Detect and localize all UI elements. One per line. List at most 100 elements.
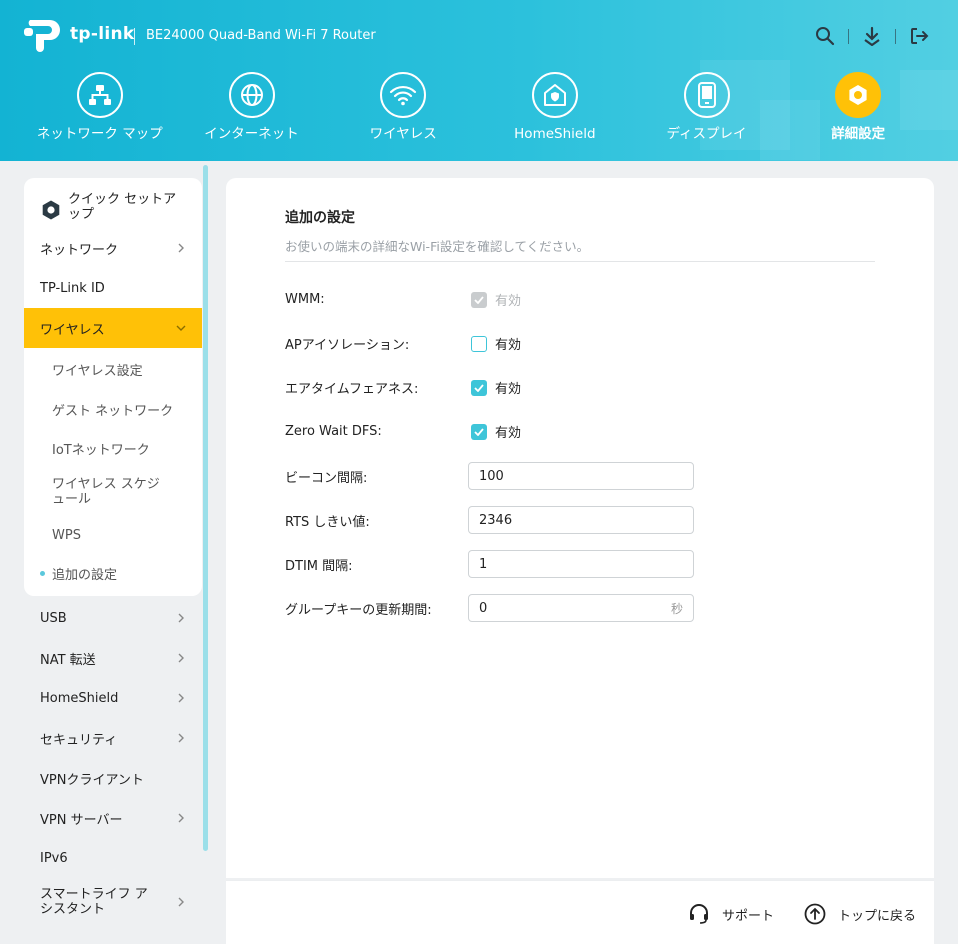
- airtime-fairness-label: エアタイムフェアネス:: [285, 382, 419, 397]
- sidebar-item-label: VPNクライアント: [40, 772, 144, 788]
- tp-link-logo-icon: [24, 20, 60, 52]
- sidebar-item-wireless[interactable]: ワイヤレス: [24, 308, 202, 348]
- zero-wait-dfs-label: Zero Wait DFS:: [285, 424, 382, 439]
- airtime-fairness-checkbox[interactable]: [471, 379, 487, 396]
- sidebar-subitem-additional-settings[interactable]: 追加の設定: [24, 554, 202, 596]
- group-key-label: グループキーの更新期間:: [285, 602, 432, 618]
- group-key-unit: 秒: [670, 601, 683, 616]
- airtime-fairness-enable-text: 有効: [495, 382, 522, 397]
- sidebar-item-quick-setup[interactable]: クイック セットアップ: [24, 178, 202, 226]
- sidebar-subitem-label: WPS: [52, 527, 81, 543]
- beacon-interval-value: 100: [479, 468, 504, 484]
- rts-threshold-row: RTS しきい値: 2346: [285, 506, 694, 534]
- chevron-right-icon: [178, 653, 184, 663]
- sidebar-subitem-label: 追加の設定: [52, 567, 118, 583]
- rts-threshold-input[interactable]: 2346: [468, 506, 694, 534]
- tp-link-logo[interactable]: tp-link: [24, 16, 135, 52]
- header-separator: [134, 28, 135, 45]
- brand-name: tp-link: [70, 24, 135, 44]
- rts-threshold-label: RTS しきい値:: [285, 514, 370, 530]
- group-key-value: 0: [479, 600, 488, 616]
- sidebar-subitem-label: ワイヤレス スケジュール: [52, 477, 160, 507]
- beacon-interval-input[interactable]: 100: [468, 462, 694, 490]
- sidebar-item-network[interactable]: ネットワーク: [24, 228, 202, 268]
- tab-label: ワイヤレス: [369, 126, 437, 142]
- page-description: お使いの端末の詳細なWi-Fi設定を確認してください。: [285, 239, 590, 254]
- tab-label: ネットワーク マップ: [36, 126, 163, 142]
- display-icon: [683, 72, 730, 118]
- airtime-fairness-row: エアタイムフェアネス: 有効: [285, 378, 521, 397]
- sidebar-item-label: セキュリティ: [40, 732, 118, 748]
- sidebar-item-tplink-id[interactable]: TP-Link ID: [24, 268, 202, 308]
- sidebar-item-label: TP-Link ID: [40, 280, 105, 296]
- sidebar-subitem-wps[interactable]: WPS: [24, 516, 202, 554]
- sidebar-subitem-wireless-settings[interactable]: ワイヤレス設定: [24, 348, 202, 390]
- tab-label: インターネット: [204, 126, 299, 142]
- back-to-top-button[interactable]: トップに戻る: [804, 903, 916, 925]
- chevron-right-icon: [178, 897, 184, 907]
- tab-wireless[interactable]: ワイヤレス: [327, 72, 479, 142]
- main-panel: 追加の設定 お使いの端末の詳細なWi-Fi設定を確認してください。 WMM: 有…: [226, 178, 934, 878]
- network-map-icon: [76, 72, 123, 118]
- router-model: BE24000 Quad-Band Wi-Fi 7 Router: [146, 28, 376, 43]
- headset-icon: [690, 904, 708, 924]
- search-icon[interactable]: [814, 25, 836, 47]
- chevron-right-icon: [178, 693, 184, 703]
- dtim-interval-value: 1: [479, 556, 488, 572]
- tab-advanced[interactable]: 詳細設定: [782, 72, 934, 142]
- header-tools: [814, 25, 930, 47]
- wmm-row: WMM: 有効: [285, 290, 521, 309]
- tab-network-map[interactable]: ネットワーク マップ: [24, 72, 176, 142]
- sidebar-item-vpn-server[interactable]: VPN サーバー: [24, 798, 202, 838]
- group-key-input[interactable]: 0 秒: [468, 594, 694, 622]
- divider: [285, 261, 875, 262]
- ap-isolation-checkbox[interactable]: [471, 335, 487, 352]
- dtim-interval-label: DTIM 間隔:: [285, 558, 353, 574]
- sidebar-subitem-label: IoTネットワーク: [52, 442, 150, 458]
- logout-icon[interactable]: [908, 25, 930, 47]
- zero-wait-dfs-enable-text: 有効: [495, 426, 522, 441]
- chevron-right-icon: [178, 733, 184, 743]
- sidebar-item-vpn-client[interactable]: VPNクライアント: [24, 758, 202, 798]
- sidebar-item-nat[interactable]: NAT 転送: [24, 638, 202, 678]
- beacon-interval-row: ビーコン間隔: 100: [285, 462, 694, 490]
- sidebar-subitem-wireless-schedule[interactable]: ワイヤレス スケジュール: [24, 468, 184, 516]
- download-icon[interactable]: [861, 25, 883, 47]
- sidebar-subitem-label: ゲスト ネットワーク: [52, 403, 174, 419]
- wmm-checkbox: [471, 291, 487, 308]
- sidebar-item-label: USB: [40, 610, 67, 626]
- tab-internet[interactable]: インターネット: [176, 72, 328, 142]
- chevron-down-icon: [176, 325, 186, 331]
- sidebar-item-label: スマートライフ アシスタント: [40, 887, 148, 917]
- tab-display[interactable]: ディスプレイ: [631, 72, 783, 142]
- sidebar-item-label: クイック セットアップ: [68, 192, 177, 222]
- sidebar-item-label: VPN サーバー: [40, 812, 123, 828]
- back-to-top-label: トップに戻る: [838, 908, 917, 924]
- support-label: サポート: [722, 908, 775, 924]
- dtim-interval-row: DTIM 間隔: 1: [285, 550, 694, 578]
- sidebar-subitem-guest-network[interactable]: ゲスト ネットワーク: [24, 390, 202, 428]
- sidebar-item-usb[interactable]: USB: [24, 598, 202, 638]
- page-title: 追加の設定: [285, 210, 355, 226]
- zero-wait-dfs-checkbox[interactable]: [471, 423, 487, 440]
- zero-wait-dfs-row: Zero Wait DFS: 有効: [285, 422, 521, 441]
- sidebar-subitem-iot-network[interactable]: IoTネットワーク: [24, 428, 202, 468]
- tab-label: 詳細設定: [831, 126, 886, 142]
- globe-icon: [228, 72, 275, 118]
- sidebar-item-smart-life[interactable]: スマートライフ アシスタント: [24, 878, 202, 926]
- sidebar-item-homeshield[interactable]: HomeShield: [24, 678, 202, 718]
- dtim-interval-input[interactable]: 1: [468, 550, 694, 578]
- ap-isolation-label: APアイソレーション:: [285, 338, 410, 353]
- main-nav: ネットワーク マップ インターネット ワイヤレス HomeShield ディスプ…: [24, 72, 934, 142]
- sidebar-scrollbar[interactable]: [203, 165, 208, 851]
- chevron-right-icon: [178, 813, 184, 823]
- support-button[interactable]: サポート: [688, 903, 774, 925]
- tab-label: ディスプレイ: [666, 126, 747, 142]
- sidebar-item-label: ワイヤレス: [40, 322, 105, 338]
- sidebar-item-ipv6[interactable]: IPv6: [24, 838, 202, 878]
- tool-separator: [895, 28, 896, 44]
- sidebar-item-security[interactable]: セキュリティ: [24, 718, 202, 758]
- chevron-right-icon: [178, 613, 184, 623]
- tab-homeshield[interactable]: HomeShield: [479, 72, 631, 142]
- home-shield-icon: [531, 72, 578, 118]
